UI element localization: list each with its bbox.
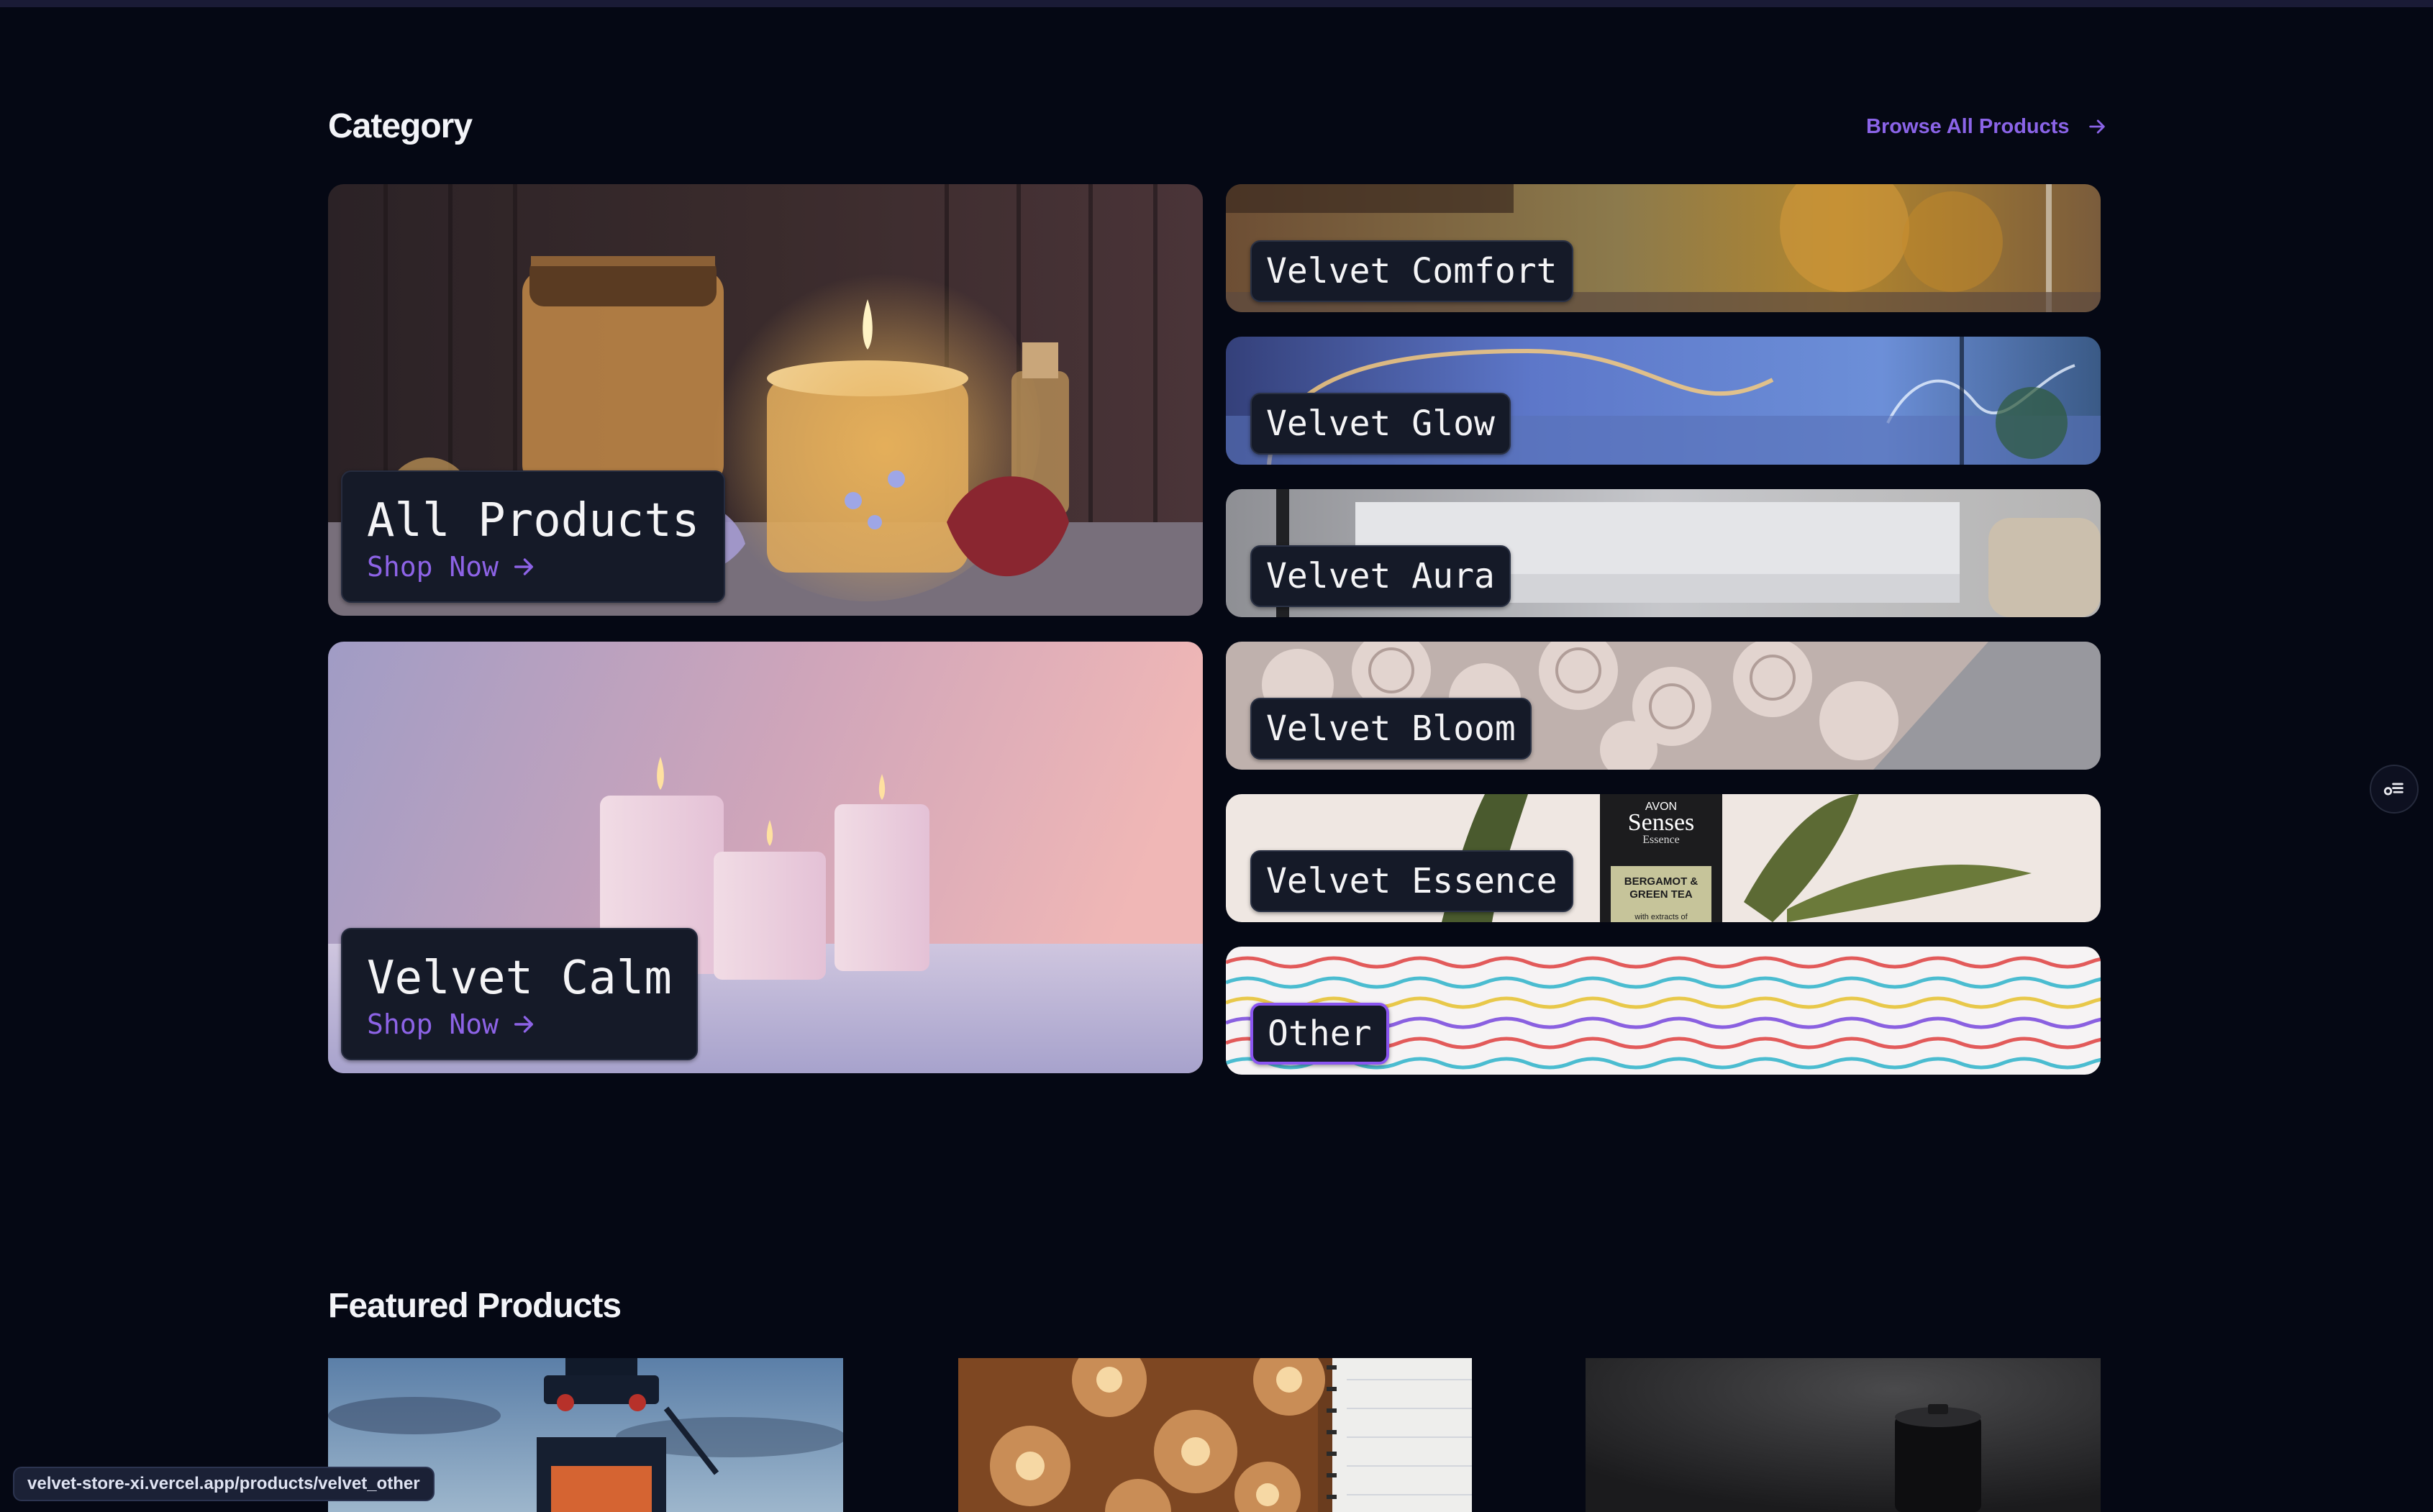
shop-now-link[interactable]: Shop Now [367, 1008, 672, 1040]
essence-sub-text: Essence [1642, 834, 1680, 846]
toggle-list-button[interactable] [2370, 765, 2419, 814]
velvet-comfort-label: Velvet Comfort [1250, 240, 1573, 302]
featured-product-card-3[interactable] [1586, 1358, 2101, 1512]
essence-flavor-line2: GREEN TEA [1629, 888, 1693, 901]
category-card-velvet-aura[interactable]: Velvet Aura [1226, 489, 2101, 617]
toggle-list-icon [2383, 783, 2404, 796]
candles-product-image [958, 1358, 1472, 1512]
category-card-velvet-bloom[interactable]: Velvet Bloom [1226, 642, 2101, 770]
featured-product-card-2[interactable] [958, 1358, 1472, 1512]
velvet-bloom-label: Velvet Bloom [1250, 698, 1532, 760]
browse-all-products-link[interactable]: Browse All Products [1866, 112, 2107, 141]
arrow-right-icon [514, 558, 534, 575]
category-card-velvet-calm[interactable]: Velvet Calm Shop Now [328, 642, 1203, 1073]
all-products-name: All Products [367, 494, 700, 547]
essence-line-text: Senses [1628, 809, 1695, 836]
velvet-essence-label: Velvet Essence [1250, 850, 1573, 912]
arrow-right-icon [514, 1016, 534, 1033]
category-card-velvet-comfort[interactable]: Velvet Comfort [1226, 184, 2101, 312]
category-title: Category [328, 107, 473, 145]
velvet-calm-label: Velvet Calm Shop Now [341, 928, 698, 1060]
browse-all-products-label: Browse All Products [1866, 114, 2070, 138]
category-card-velvet-glow[interactable]: Velvet Glow [1226, 337, 2101, 465]
velvet-calm-name: Velvet Calm [367, 952, 672, 1005]
essence-flavor-line1: BERGAMOT & [1624, 875, 1698, 888]
velvet-glow-label: Velvet Glow [1250, 393, 1511, 455]
shop-now-label: Shop Now [367, 551, 499, 583]
top-bar [0, 0, 2433, 7]
status-bar-url: velvet-store-xi.vercel.app/products/velv… [13, 1467, 435, 1501]
all-products-label: All Products Shop Now [341, 470, 726, 603]
diffuser-product-image [1586, 1358, 2101, 1512]
category-card-all-products[interactable]: All Products Shop Now [328, 184, 1203, 616]
other-label: Other [1250, 1003, 1389, 1065]
essence-extra-text: with extracts of [1634, 913, 1688, 921]
shop-now-label: Shop Now [367, 1008, 499, 1040]
velvet-aura-label: Velvet Aura [1250, 545, 1511, 607]
arrow-right-icon [2088, 119, 2105, 134]
category-card-other[interactable]: Other [1226, 947, 2101, 1075]
shop-now-link[interactable]: Shop Now [367, 551, 699, 583]
featured-products-title: Featured Products [328, 1287, 622, 1325]
category-card-velvet-essence[interactable]: AVON Senses Essence BERGAMOT & GREEN TEA… [1226, 794, 2101, 922]
